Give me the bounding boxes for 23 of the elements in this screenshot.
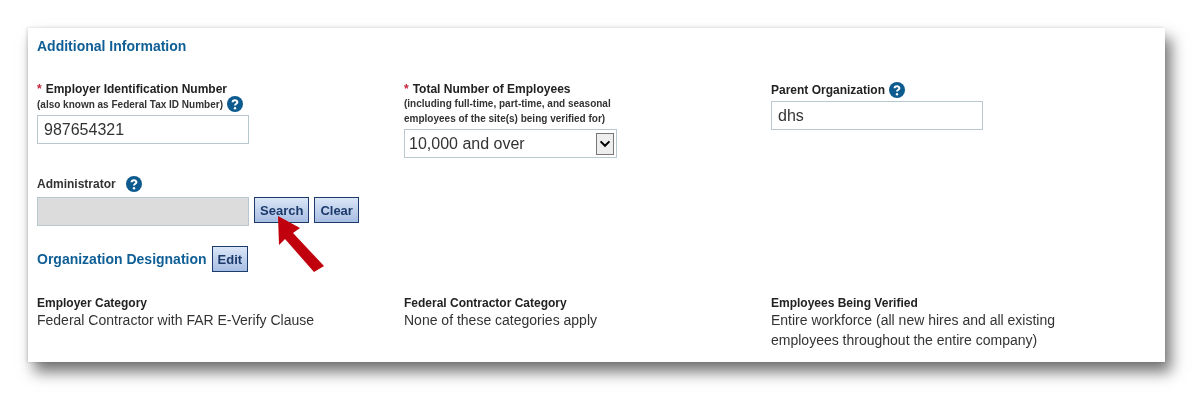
field-label: Employees Being Verified <box>771 296 918 310</box>
section-title: Organization Designation <box>37 251 207 267</box>
caret-icon <box>596 132 614 155</box>
field-label: Administrator <box>37 177 116 191</box>
field-label: Federal Contractor Category <box>404 296 567 310</box>
field-label: Total Number of Employees <box>412 82 571 96</box>
field-label: Parent Organization <box>771 83 886 97</box>
select-field[interactable]: 10,000 and over <box>404 129 617 158</box>
field-value: Federal Contractor with FAR E-Verify Clause <box>37 311 314 330</box>
text-field[interactable]: dhs <box>771 101 983 130</box>
help-icon[interactable] <box>227 96 243 112</box>
edit-button[interactable]: Edit <box>211 246 249 272</box>
help-icon[interactable] <box>889 82 906 98</box>
required-mark: * <box>404 82 409 96</box>
required-mark: * <box>37 82 42 96</box>
field-value: Entire workforce (all new hires and all existing employees throughout the entire company) <box>771 311 1056 350</box>
section-title: Additional Information <box>37 38 188 54</box>
text-field[interactable]: 987654321 <box>37 115 249 144</box>
field-label: Employer Category <box>37 296 148 310</box>
field-note: (also known as Federal Tax ID Number) <box>37 97 223 112</box>
field-value: None of these categories apply <box>404 311 597 330</box>
field-label: Employer Identification Number <box>45 82 228 96</box>
field-note: (including full-time, part-time, and seasonal employees of the site(s) being verified for) <box>404 97 612 126</box>
